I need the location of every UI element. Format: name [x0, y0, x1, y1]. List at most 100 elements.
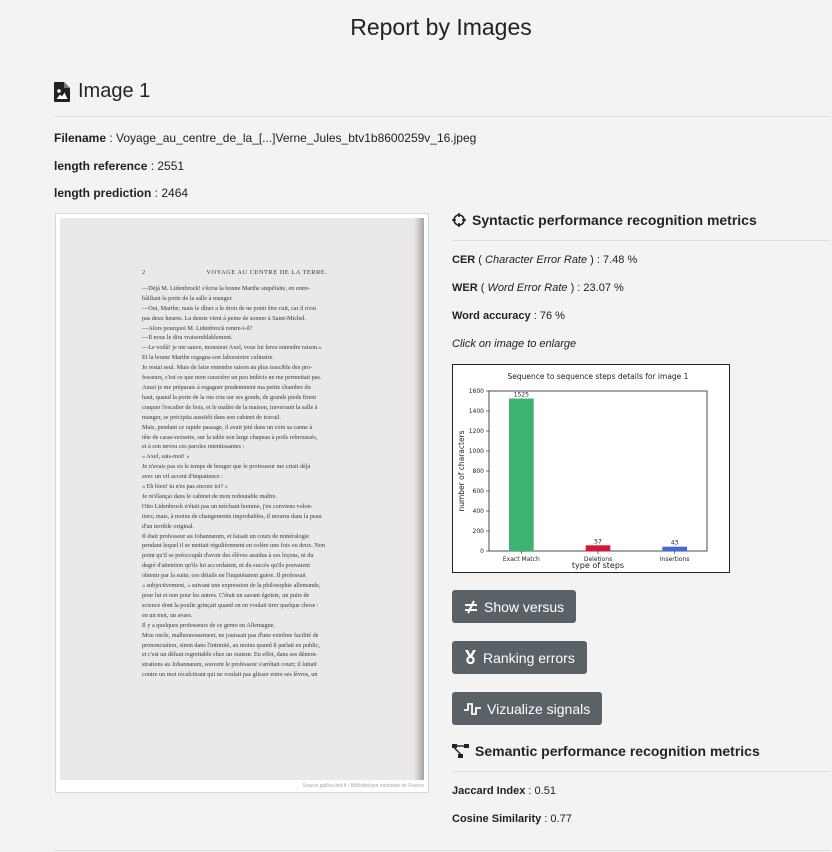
scan-line: —Alors pourquoi M. Lidenbrock rentre-t-i…	[142, 324, 253, 332]
show-versus-label: Show versus	[484, 598, 565, 615]
scan-line: fesseurs, c'est ce que mon caractère un …	[142, 374, 322, 382]
wer-row: WER ( Word Error Rate ) : 23.07 %	[452, 282, 624, 294]
scan-line: obtenir par la suite; ces détails ne l'i…	[142, 572, 306, 580]
scan-line: « Axel, suis-moi! »	[142, 453, 190, 461]
scan-line: Mon oncle, malheureusement, ne jouissait…	[142, 631, 319, 639]
scan-line: avec un vif accent d'impatience :	[142, 473, 223, 481]
scan-line: Je n'avais pas eu le temps de bouger que…	[142, 463, 311, 471]
wer-description: Word Error Rate	[487, 282, 568, 294]
document-scan-image[interactable]: 2 VOYAGE AU CENTRE DE LA TERRE. —Déjà M.…	[55, 213, 429, 793]
scan-line: manger, se précipita aussitôt dans son c…	[142, 413, 281, 421]
scan-line: Et la bonne Marthe regagna son laboratoi…	[142, 354, 274, 362]
syntactic-heading: Syntactic performance recognition metric…	[452, 212, 757, 228]
scan-line: et à son neveu ces paroles retentissante…	[142, 443, 245, 451]
cosine-value: : 0.77	[541, 813, 572, 825]
page-title: Report by Images	[350, 14, 532, 40]
scan-line: contre un mot récalcitrant qui ne voulai…	[142, 671, 318, 679]
scan-line: Mais, pendant ce rapide passage, il avai…	[142, 423, 313, 431]
jaccard-label: Jaccard Index	[452, 785, 526, 797]
scan-text: 2 VOYAGE AU CENTRE DE LA TERRE. —Déjà M.…	[142, 268, 388, 680]
bar-data-label: 57	[594, 538, 602, 545]
length-reference-value: : 2551	[147, 159, 185, 173]
length-prediction-row: length prediction : 2464	[54, 186, 188, 200]
cosine-row: Cosine Similarity : 0.77	[452, 813, 572, 825]
medal-icon	[465, 650, 476, 665]
bar-deletions	[585, 545, 611, 551]
file-image-icon	[54, 81, 70, 102]
divider-syntactic	[452, 240, 830, 241]
scan-line: pas deux heures. La demie vient à peine …	[142, 314, 307, 322]
cer-description: Character Error Rate	[485, 254, 588, 266]
syntactic-heading-text: Syntactic performance recognition metric…	[472, 212, 757, 228]
filename-label: Filename	[54, 131, 107, 145]
filename-value: : Voyage_au_centre_de_la_[...]Verne_Jule…	[106, 131, 477, 145]
project-diagram-icon	[452, 744, 469, 758]
scan-line: et c'est un défaut regrettable chez un o…	[142, 651, 318, 659]
word-accuracy-value: : 76 %	[530, 310, 565, 322]
y-tick-label: 0	[480, 548, 484, 555]
y-tick-label: 1400	[469, 408, 484, 415]
page-binding-shadow	[414, 218, 424, 780]
word-accuracy-row: Word accuracy : 76 %	[452, 310, 565, 322]
scan-line: en un mot, un avare.	[142, 611, 193, 619]
scan-lines: —Déjà M. Lidenbrock! s'écria la bonne Ma…	[142, 284, 388, 680]
bar-insertions	[662, 546, 688, 551]
scan-line: Aussi je me préparais à regagner prudemm…	[142, 383, 311, 391]
scan-source: Source gallica.bnf.fr / Bibliothèque nat…	[302, 783, 424, 789]
ranking-errors-button[interactable]: Ranking errors	[452, 641, 587, 674]
scan-line: Il était professeur au Johannæum, et fai…	[142, 532, 310, 540]
wave-square-icon	[464, 702, 481, 715]
scan-line: craquer l'escalier de bois, et le maître…	[142, 403, 318, 411]
scan-line: science dont la poulie grinçait quand on…	[142, 601, 319, 609]
wer-label: WER	[452, 282, 478, 294]
y-tick-label: 400	[473, 508, 485, 515]
cosine-label: Cosine Similarity	[452, 813, 542, 825]
scan-line: Je restai seul. Mais de faire entendre r…	[142, 364, 313, 372]
y-tick-label: 600	[473, 488, 485, 495]
scan-line: degré d'attention qu'ils lui accordaient…	[142, 562, 310, 570]
scan-line: —Déjà M. Lidenbrock! s'écria la bonne Ma…	[142, 284, 311, 292]
semantic-heading-text: Semantic performance recognition metrics	[475, 743, 760, 759]
scan-line: « subjectivement, » suivant une expressi…	[142, 582, 321, 590]
cer-row: CER ( Character Error Rate ) : 7.48 %	[452, 254, 638, 266]
steps-chart-image[interactable]: Sequence to sequence steps details for i…	[452, 364, 730, 573]
scan-line: bâillant la porte de la salle à manger.	[142, 294, 233, 302]
scan-running-title: VOYAGE AU CENTRE DE LA TERRE.	[206, 269, 328, 276]
vizualize-signals-button[interactable]: Vizualize signals	[452, 692, 603, 725]
scan-line: strations au Johannæum, souvent le profe…	[142, 661, 317, 669]
scan-line: haut, quand la porte de la rue cria sur …	[142, 393, 317, 401]
semantic-heading: Semantic performance recognition metrics	[452, 743, 760, 759]
cer-value: ) : 7.48 %	[587, 254, 638, 266]
scan-line: « Eh bien! tu n'es pas encore ici? »	[142, 483, 228, 491]
scan-page-number: 2	[142, 269, 146, 276]
scan-page: 2 VOYAGE AU CENTRE DE LA TERRE. —Déjà M.…	[60, 218, 424, 780]
word-accuracy-label: Word accuracy	[452, 310, 531, 322]
x-axis-label: type of steps	[572, 561, 624, 570]
scan-line: Il y a quelques professeurs de ce genre …	[142, 621, 275, 629]
x-tick-label: Insertions	[660, 556, 689, 563]
wer-value: ) : 23.07 %	[567, 282, 624, 294]
scan-line: point qu'il se préoccupât d'avoir des él…	[142, 552, 314, 560]
scan-line: Je m'élançai dans le cabinet de mon redo…	[142, 492, 277, 500]
chart-title: Sequence to sequence steps details for i…	[508, 372, 689, 381]
length-prediction-label: length prediction	[54, 186, 152, 200]
y-tick-label: 800	[473, 468, 485, 475]
image-heading-text: Image 1	[78, 80, 151, 102]
bar-exact-match	[508, 398, 534, 551]
scan-line: tête de casse-noisette, sur la table son…	[142, 433, 318, 441]
divider-bottom	[54, 850, 830, 851]
crosshairs-icon	[452, 213, 466, 227]
scan-running-head: 2 VOYAGE AU CENTRE DE LA TERRE.	[142, 268, 388, 278]
length-reference-label: length reference	[54, 159, 148, 173]
show-versus-button[interactable]: Show versus	[452, 590, 577, 623]
not-equal-icon	[465, 600, 477, 613]
scan-line: —Le voilà! je me sauve, monsieur Axel, v…	[142, 344, 322, 352]
scan-line: —Il nous le dira vraisemblablement.	[142, 334, 233, 342]
bar-data-label: 1525	[514, 392, 529, 399]
scan-line: pendant lequel il se mettait régulièreme…	[142, 542, 325, 550]
filename-row: Filename : Voyage_au_centre_de_la_[...]V…	[54, 131, 476, 145]
y-tick-label: 1000	[469, 448, 484, 455]
divider-semantic	[452, 771, 830, 772]
jaccard-value: : 0.51	[525, 785, 556, 797]
scan-line: tiers; mais, à moins de changements impr…	[142, 512, 322, 520]
